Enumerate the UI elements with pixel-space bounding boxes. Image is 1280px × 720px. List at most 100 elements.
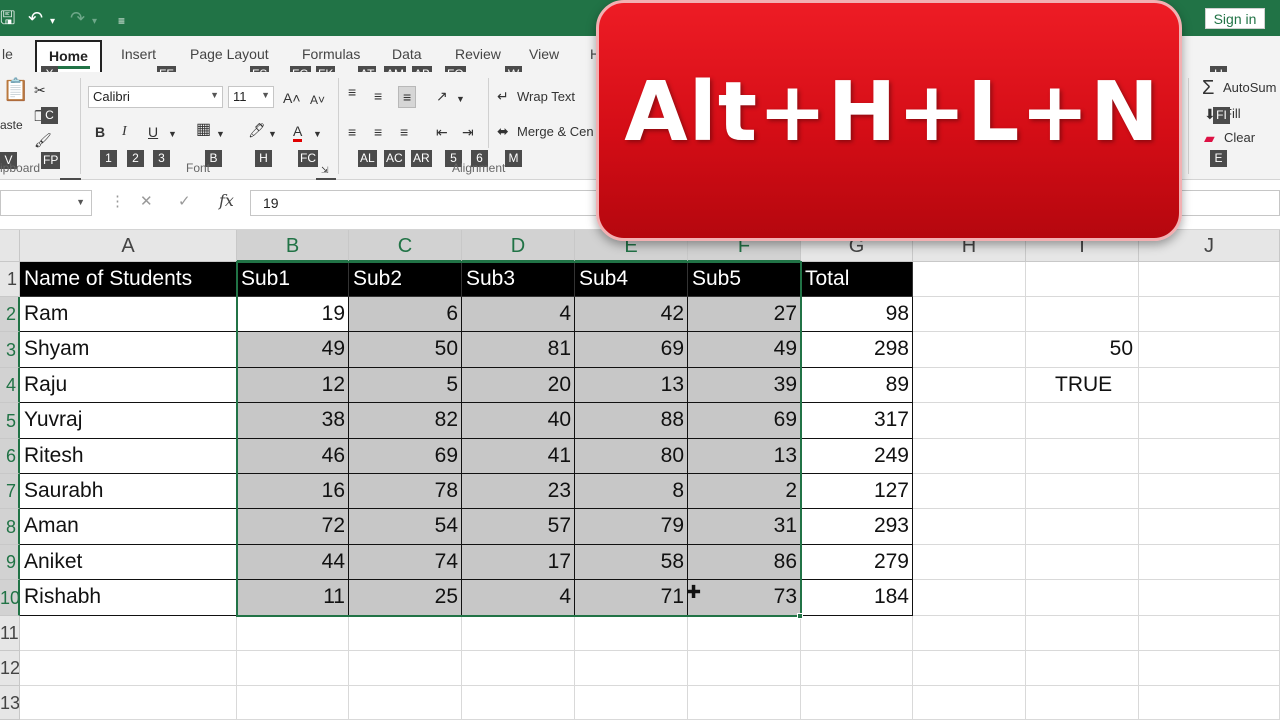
grow-font-icon[interactable]: A˄ [283,90,301,106]
align-bottom-icon[interactable]: ≡ [398,86,417,108]
redo-icon[interactable]: ↷ [70,8,85,28]
paste-icon[interactable]: 📋 [2,79,29,101]
table-cell[interactable]: 72 [237,509,349,545]
shrink-font-icon[interactable]: A˅ [310,92,325,108]
table-cell[interactable]: Ram [20,297,237,332]
chevron-down-icon[interactable]: ▼ [268,126,277,142]
select-all-button[interactable] [0,230,20,262]
table-cell[interactable]: 317 [801,403,913,439]
table-cell[interactable]: 298 [801,332,913,368]
table-cell[interactable]: 279 [801,545,913,580]
table-cell[interactable]: 11 [237,580,349,616]
table-cell[interactable]: Shyam [20,332,237,368]
font-name-combo[interactable]: Calibri ▼ [88,86,223,108]
table-cell[interactable]: 58 [575,545,688,580]
table-cell[interactable]: 127 [801,474,913,509]
table-cell[interactable]: 69 [349,439,462,474]
row-header[interactable]: 7 [0,474,20,509]
wrap-text-button[interactable]: Wrap Text [517,89,575,104]
empty-cell[interactable] [913,580,1026,616]
column-header-c[interactable]: C [349,230,462,262]
row-header[interactable]: 9 [0,545,20,580]
empty-cell[interactable] [1026,403,1139,439]
table-cell[interactable]: 46 [237,439,349,474]
cancel-icon[interactable]: ✕ [140,192,153,210]
empty-cell[interactable] [913,332,1026,368]
drag-handle-icon[interactable]: ⋮ [110,192,125,210]
save-icon[interactable]: 🖫 [0,8,15,28]
table-cell[interactable]: 71 [575,580,688,616]
table-cell[interactable]: Raju [20,368,237,403]
table-cell[interactable]: 249 [801,439,913,474]
empty-cell[interactable] [913,616,1026,651]
empty-cell[interactable] [575,616,688,651]
row-header[interactable]: 4 [0,368,20,403]
orientation-icon[interactable]: ↗ [436,88,448,104]
table-cell[interactable]: Ritesh [20,439,237,474]
borders-icon[interactable]: ▦ [196,122,211,138]
chevron-down-icon[interactable]: ▼ [313,126,322,142]
table-cell[interactable]: 12 [237,368,349,403]
table-cell[interactable]: 41 [462,439,575,474]
decrease-indent-icon[interactable]: ⇤ [436,124,448,140]
empty-cell[interactable] [349,616,462,651]
bold-icon[interactable]: B [95,124,105,140]
row-header[interactable]: 2 [0,297,20,332]
empty-cell[interactable] [20,686,237,720]
table-header-cell[interactable]: Name of Students [20,262,237,297]
table-cell[interactable]: Rishabh [20,580,237,616]
empty-cell[interactable] [1139,332,1280,368]
table-cell[interactable]: 17 [462,545,575,580]
chevron-down-icon[interactable]: ▼ [456,91,465,107]
empty-cell[interactable] [20,616,237,651]
table-cell[interactable]: 98 [801,297,913,332]
empty-cell[interactable] [462,616,575,651]
table-cell[interactable]: 82 [349,403,462,439]
fill-handle[interactable] [797,613,803,619]
customize-icon[interactable]: ≡ [118,11,125,31]
eraser-icon[interactable]: ▰ [1204,130,1215,146]
empty-cell[interactable] [913,262,1026,297]
table-header-cell[interactable]: Sub2 [349,262,462,297]
table-cell[interactable]: 5 [349,368,462,403]
empty-cell[interactable] [1026,580,1139,616]
table-cell[interactable]: 31 [688,509,801,545]
table-cell[interactable]: 184 [801,580,913,616]
redo-dropdown-icon[interactable]: ▾ [92,12,97,32]
chevron-down-icon[interactable]: ▼ [216,126,225,142]
table-cell[interactable]: Aniket [20,545,237,580]
underline-icon[interactable]: U [148,124,158,140]
empty-cell[interactable] [1139,474,1280,509]
row-header[interactable]: 13 [0,686,20,720]
empty-cell[interactable] [1026,509,1139,545]
table-cell[interactable]: 79 [575,509,688,545]
column-header-b[interactable]: B [237,230,349,262]
row-header[interactable]: 5 [0,403,20,439]
empty-cell[interactable] [913,545,1026,580]
empty-cell[interactable] [575,686,688,720]
empty-cell[interactable] [1139,368,1280,403]
table-cell[interactable]: 8 [575,474,688,509]
table-cell[interactable]: 38 [237,403,349,439]
increase-indent-icon[interactable]: ⇥ [462,124,474,140]
empty-cell[interactable] [462,686,575,720]
table-cell[interactable]: 44 [237,545,349,580]
table-cell[interactable]: 25 [349,580,462,616]
column-header-a[interactable]: A [20,230,237,262]
row-header[interactable]: 6 [0,439,20,474]
merge-center-icon[interactable]: ⬌ [497,123,509,139]
undo-dropdown-icon[interactable]: ▾ [50,12,55,32]
table-cell[interactable]: 4 [462,580,575,616]
enter-icon[interactable]: ✓ [178,192,191,210]
empty-cell[interactable] [913,297,1026,332]
empty-cell[interactable] [237,616,349,651]
row-header[interactable]: 1 [0,262,20,297]
empty-cell[interactable] [349,686,462,720]
table-header-cell[interactable]: Sub4 [575,262,688,297]
empty-cell[interactable] [688,616,801,651]
empty-cell[interactable] [1026,686,1139,720]
empty-cell[interactable] [913,403,1026,439]
empty-cell[interactable] [1139,616,1280,651]
row-header[interactable]: 11 [0,616,20,651]
cell-i3[interactable]: 50 [1026,332,1139,368]
